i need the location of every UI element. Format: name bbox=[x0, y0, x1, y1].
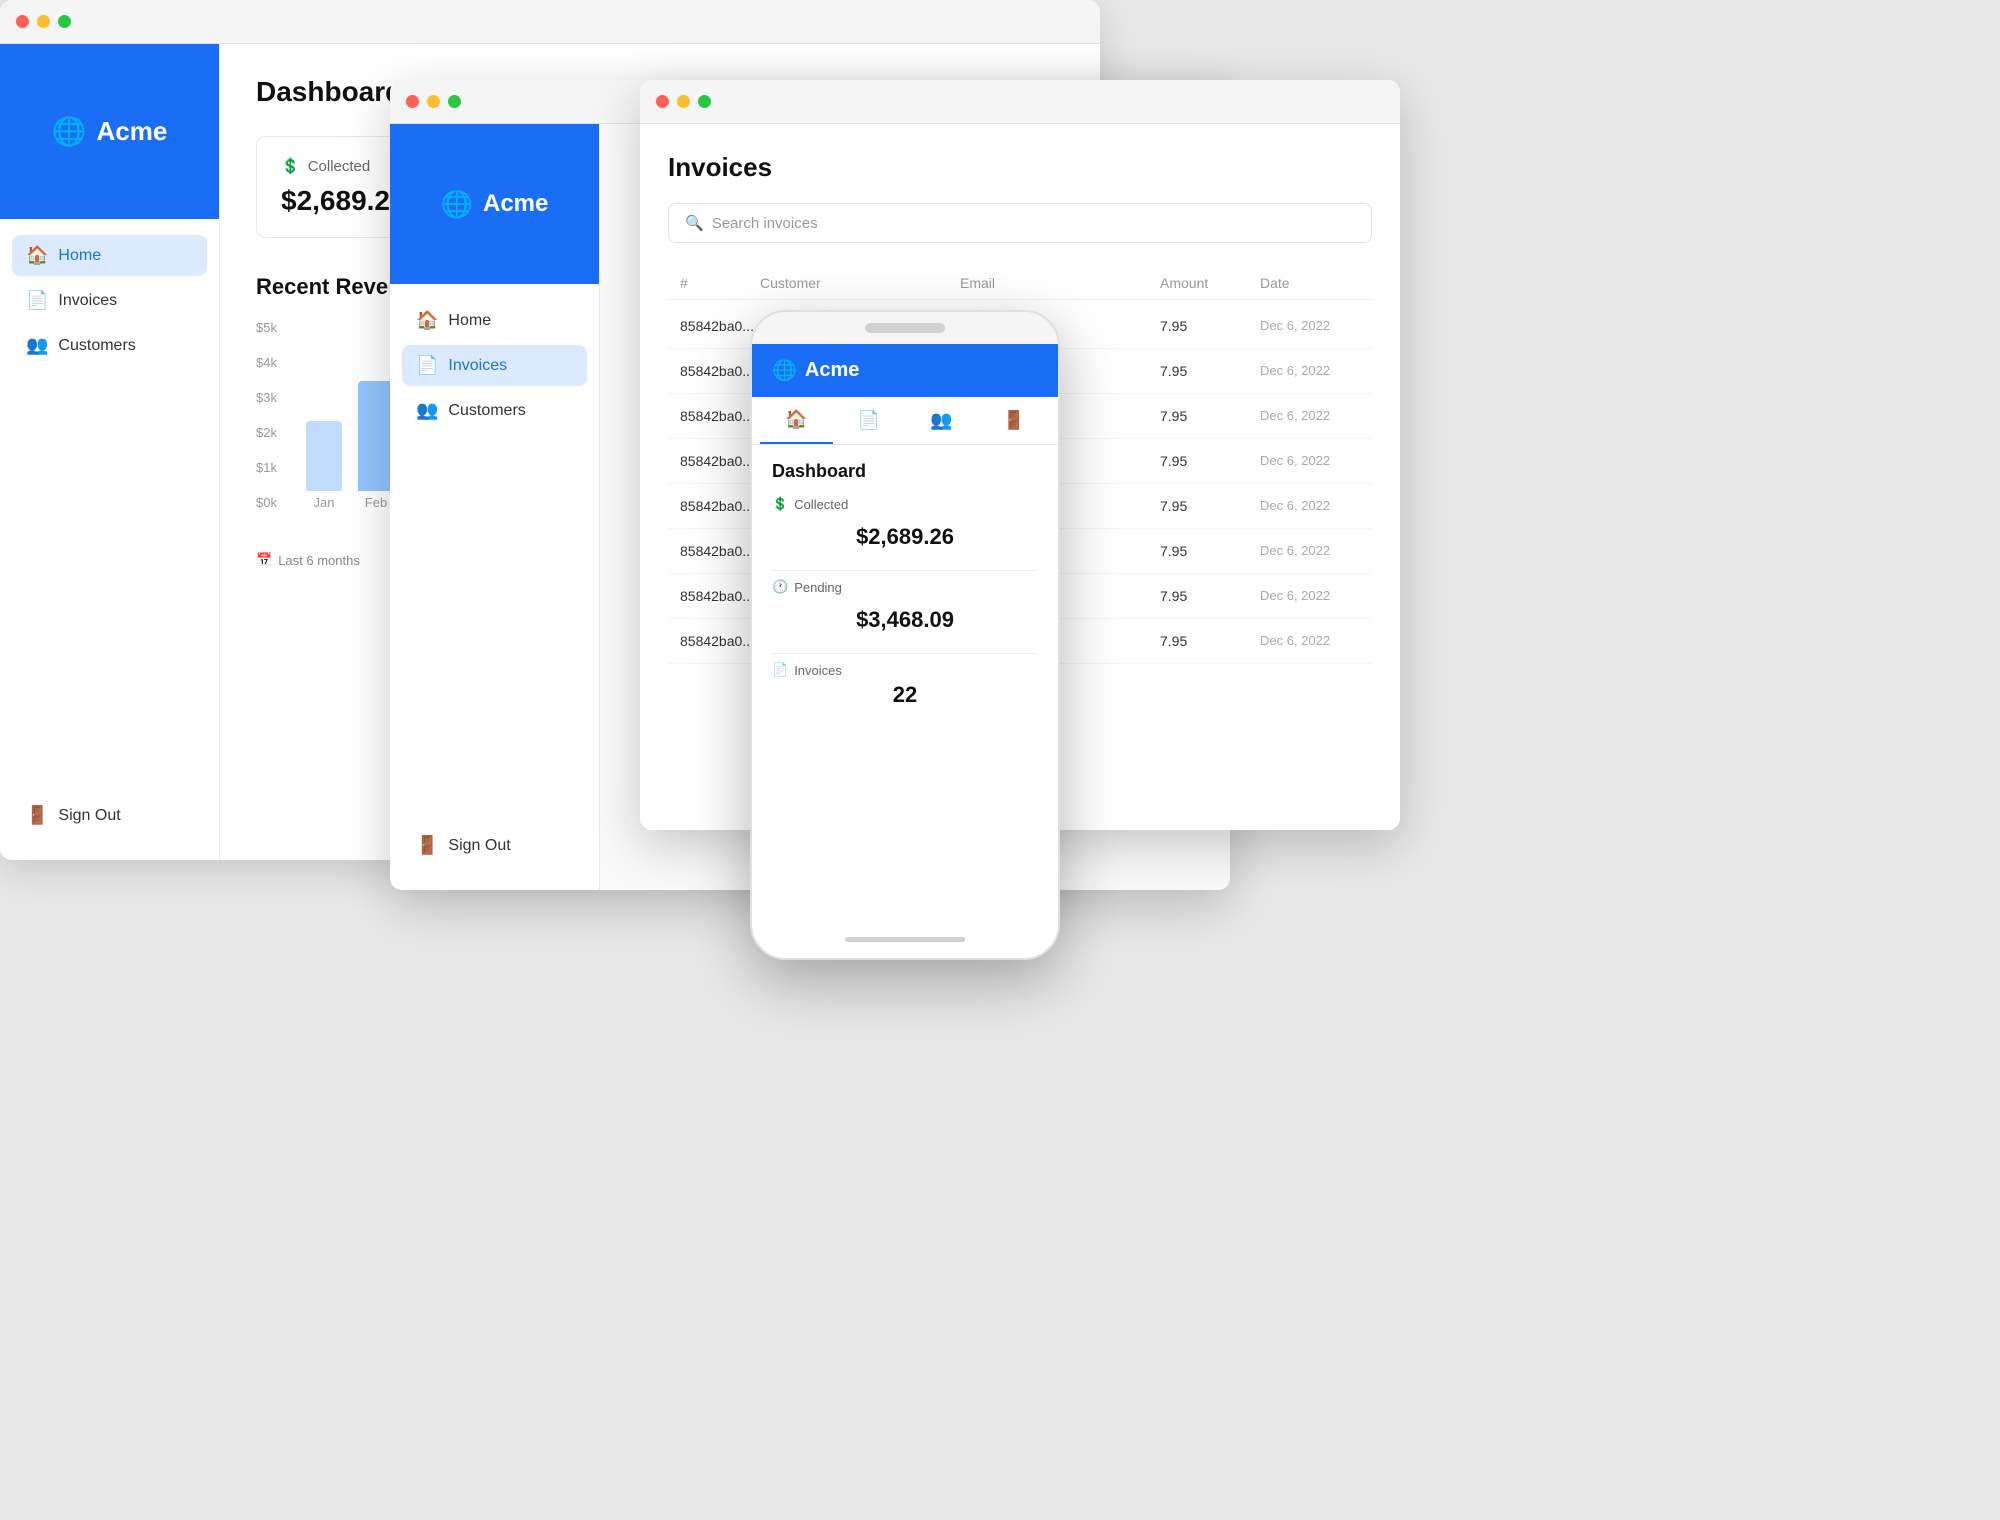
invoices-label-2: Invoices bbox=[448, 357, 507, 375]
phone-clock-icon: 🕐 bbox=[772, 579, 788, 595]
phone-customers-icon: 👥 bbox=[930, 410, 952, 431]
table-header: # Customer Email Amount Date bbox=[668, 267, 1372, 300]
maximize-button-3[interactable] bbox=[698, 95, 711, 108]
invoices-label-1: Invoices bbox=[58, 292, 117, 310]
phone-invoices-icon: 📄 bbox=[858, 410, 880, 431]
invoices-page-title: Invoices bbox=[668, 152, 1372, 183]
sidebar-nav-2: 🏠 Home 📄 Invoices 👥 Customers bbox=[390, 284, 599, 809]
sidebar-2: 🌐 Acme 🏠 Home 📄 Invoices 👥 Customers bbox=[390, 124, 600, 890]
phone-collected-label: Collected bbox=[794, 497, 848, 512]
maximize-button-2[interactable] bbox=[448, 95, 461, 108]
calendar-icon: 📅 bbox=[256, 552, 272, 568]
divider-1 bbox=[772, 570, 1038, 571]
close-button[interactable] bbox=[16, 15, 29, 28]
sidebar-item-home-1[interactable]: 🏠 Home bbox=[12, 235, 207, 276]
phone-home-indicator bbox=[845, 937, 965, 942]
phone-collected-value: $2,689.26 bbox=[772, 516, 1038, 558]
globe-icon: 🌐 bbox=[52, 115, 87, 148]
phone-document-icon: 📄 bbox=[772, 662, 788, 678]
home-icon-1: 🏠 bbox=[26, 245, 48, 266]
phone-logo-text: Acme bbox=[805, 359, 859, 382]
home-label-1: Home bbox=[58, 247, 101, 265]
customers-icon-1: 👥 bbox=[26, 335, 48, 356]
mobile-phone: 🌐 Acme 🏠 📄 👥 🚪 Dashboard 💲 Collected $2,… bbox=[750, 310, 1060, 960]
home-label-2: Home bbox=[448, 312, 491, 330]
phone-nav: 🏠 📄 👥 🚪 bbox=[752, 397, 1058, 445]
phone-notch bbox=[865, 323, 945, 333]
sidebar-item-invoices-2[interactable]: 📄 Invoices bbox=[402, 345, 587, 386]
phone-nav-customers[interactable]: 👥 bbox=[905, 397, 978, 444]
close-button-3[interactable] bbox=[656, 95, 669, 108]
phone-globe-icon: 🌐 bbox=[772, 358, 797, 383]
chart-y-labels: $5k $4k $3k $2k $1k $0k bbox=[256, 320, 277, 510]
chart-bar-feb: Feb bbox=[358, 381, 394, 510]
phone-dashboard-title: Dashboard bbox=[772, 461, 1038, 482]
minimize-button[interactable] bbox=[37, 15, 50, 28]
logo-text-1: Acme bbox=[97, 116, 168, 147]
signout-icon-2: 🚪 bbox=[416, 835, 438, 856]
col-email: Email bbox=[960, 275, 1160, 291]
phone-dollar-icon: 💲 bbox=[772, 496, 788, 512]
search-placeholder: Search invoices bbox=[712, 215, 818, 232]
signout-button-2[interactable]: 🚪 Sign Out bbox=[402, 825, 587, 866]
customers-icon-2: 👥 bbox=[416, 400, 438, 421]
phone-notch-bar bbox=[752, 312, 1058, 344]
sidebar-item-customers-1[interactable]: 👥 Customers bbox=[12, 325, 207, 366]
sidebar-1: 🌐 Acme 🏠 Home 📄 Invoices 👥 Customers bbox=[0, 44, 220, 860]
sidebar-bottom-1: 🚪 Sign Out bbox=[0, 779, 219, 860]
invoices-icon-1: 📄 bbox=[26, 290, 48, 311]
phone-logo: 🌐 Acme bbox=[752, 344, 1058, 397]
chart-bar-jan: Jan bbox=[306, 421, 342, 510]
invoices-icon-2: 📄 bbox=[416, 355, 438, 376]
phone-invoices-section: 📄 Invoices bbox=[772, 662, 1038, 678]
col-date: Date bbox=[1260, 275, 1360, 291]
logo-text-2: Acme bbox=[483, 190, 548, 218]
signout-button-1[interactable]: 🚪 Sign Out bbox=[12, 795, 207, 836]
bar-jan bbox=[306, 421, 342, 491]
divider-2 bbox=[772, 653, 1038, 654]
minimize-button-3[interactable] bbox=[677, 95, 690, 108]
col-customer: Customer bbox=[760, 275, 960, 291]
titlebar-1 bbox=[0, 0, 1100, 44]
phone-nav-invoices[interactable]: 📄 bbox=[833, 397, 906, 444]
phone-collected-stat: 💲 Collected $2,689.26 bbox=[772, 496, 1038, 558]
phone-invoices-count: 22 bbox=[772, 682, 1038, 708]
signout-icon-1: 🚪 bbox=[26, 805, 48, 826]
col-amount: Amount bbox=[1160, 275, 1260, 291]
dollar-icon: 💲 bbox=[281, 157, 300, 175]
signout-label-1: Sign Out bbox=[58, 807, 120, 825]
home-icon-2: 🏠 bbox=[416, 310, 438, 331]
customers-label-1: Customers bbox=[58, 337, 135, 355]
minimize-button-2[interactable] bbox=[427, 95, 440, 108]
sidebar-item-invoices-1[interactable]: 📄 Invoices bbox=[12, 280, 207, 321]
phone-signout-icon: 🚪 bbox=[1003, 410, 1025, 431]
phone-pending-value: $3,468.09 bbox=[772, 599, 1038, 641]
logo-1: 🌐 Acme bbox=[0, 44, 219, 219]
search-icon: 🔍 bbox=[685, 214, 704, 232]
phone-home-icon: 🏠 bbox=[785, 409, 807, 430]
sidebar-item-customers-2[interactable]: 👥 Customers bbox=[402, 390, 587, 431]
sidebar-item-home-2[interactable]: 🏠 Home bbox=[402, 300, 587, 341]
titlebar-3 bbox=[640, 80, 1400, 124]
close-button-2[interactable] bbox=[406, 95, 419, 108]
phone-pending-stat: 🕐 Pending $3,468.09 bbox=[772, 579, 1038, 641]
logo-2: 🌐 Acme bbox=[390, 124, 599, 284]
bar-feb bbox=[358, 381, 394, 491]
sidebar-bottom-2: 🚪 Sign Out bbox=[390, 809, 599, 890]
phone-nav-signout[interactable]: 🚪 bbox=[978, 397, 1051, 444]
phone-nav-home[interactable]: 🏠 bbox=[760, 397, 833, 444]
col-hash: # bbox=[680, 275, 760, 291]
maximize-button[interactable] bbox=[58, 15, 71, 28]
phone-pending-label: Pending bbox=[794, 580, 842, 595]
phone-content: Dashboard 💲 Collected $2,689.26 🕐 Pendin… bbox=[752, 445, 1058, 724]
globe-icon-2: 🌐 bbox=[441, 189, 473, 220]
phone-invoices-label: Invoices bbox=[794, 663, 842, 678]
signout-label-2: Sign Out bbox=[448, 837, 510, 855]
customers-label-2: Customers bbox=[448, 402, 525, 420]
search-bar[interactable]: 🔍 Search invoices bbox=[668, 203, 1372, 243]
sidebar-nav-1: 🏠 Home 📄 Invoices 👥 Customers bbox=[0, 219, 219, 779]
